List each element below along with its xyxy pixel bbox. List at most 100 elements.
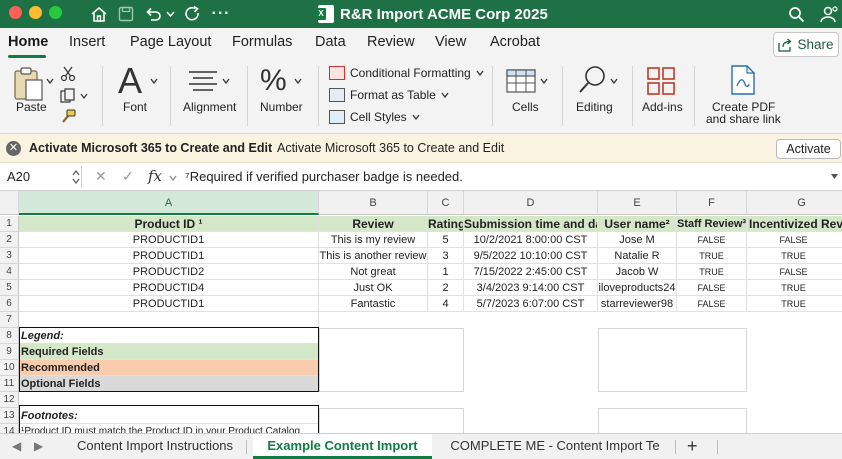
table-cell[interactable]: FALSE xyxy=(677,232,747,248)
row-header[interactable]: 2 xyxy=(0,232,19,248)
row-header[interactable]: 12 xyxy=(0,392,19,408)
tab-data[interactable]: Data xyxy=(315,34,346,50)
table-cell[interactable]: FALSE xyxy=(677,280,747,296)
undo-icon[interactable] xyxy=(142,3,164,25)
conditional-formatting-button[interactable]: Conditional Formatting xyxy=(329,64,484,82)
activate-button[interactable]: Activate xyxy=(776,139,841,159)
empty-cell[interactable] xyxy=(598,408,747,433)
share-button[interactable]: Share xyxy=(773,32,839,57)
footnote-line[interactable]: ¹Product ID must match the Product ID in… xyxy=(19,424,319,433)
confirm-edit-icon[interactable]: ✓ xyxy=(122,168,134,185)
select-all-corner[interactable] xyxy=(0,191,19,215)
column-header-a[interactable]: A xyxy=(19,191,319,215)
sheet-tab-complete-me[interactable]: COMPLETE ME - Content Import Te xyxy=(440,434,670,459)
table-cell[interactable]: 1 xyxy=(428,264,464,280)
table-cell[interactable]: PRODUCTID1 xyxy=(19,296,319,312)
table-cell[interactable]: Not great xyxy=(319,264,428,280)
table-cell[interactable]: PRODUCTID4 xyxy=(19,280,319,296)
table-cell[interactable]: 9/5/2022 10:10:00 CST xyxy=(464,248,598,264)
create-pdf-button[interactable]: Create PDF and share link xyxy=(702,58,782,134)
more-icon[interactable]: ··· xyxy=(210,3,232,25)
column-header-c[interactable]: C xyxy=(428,191,464,215)
empty-cell[interactable] xyxy=(319,328,464,392)
formula-content[interactable]: ⁷Required if verified purchaser badge is… xyxy=(185,169,463,184)
table-header-cell[interactable]: Product ID ¹ xyxy=(19,216,319,232)
cut-icon[interactable] xyxy=(60,66,76,82)
column-header-g[interactable]: G xyxy=(747,191,842,215)
table-cell[interactable]: Fantastic xyxy=(319,296,428,312)
font-button[interactable]: A Font xyxy=(112,58,160,134)
row-header[interactable]: 13 xyxy=(0,408,19,424)
number-button[interactable]: % Number xyxy=(256,58,308,134)
tab-view[interactable]: View xyxy=(435,34,466,50)
table-cell[interactable]: Natalie R xyxy=(598,248,677,264)
table-cell[interactable]: This is my review xyxy=(319,232,428,248)
minimize-window-button[interactable] xyxy=(29,6,42,19)
account-icon[interactable] xyxy=(818,3,840,25)
home-icon[interactable] xyxy=(88,3,110,25)
format-painter-icon[interactable] xyxy=(60,108,76,124)
save-icon[interactable] xyxy=(116,3,136,25)
row-header[interactable]: 3 xyxy=(0,248,19,264)
close-window-button[interactable] xyxy=(9,6,22,19)
empty-cell[interactable] xyxy=(19,312,319,328)
table-header-cell[interactable]: Submission time and date xyxy=(464,216,598,232)
table-cell[interactable]: TRUE xyxy=(747,296,842,312)
maximize-window-button[interactable] xyxy=(49,6,62,19)
table-cell[interactable]: 5/7/2023 6:07:00 CST xyxy=(464,296,598,312)
row-header[interactable]: 5 xyxy=(0,280,19,296)
table-cell[interactable]: 7/15/2022 2:45:00 CST xyxy=(464,264,598,280)
column-header-f[interactable]: F xyxy=(677,191,747,215)
add-sheet-icon[interactable]: + xyxy=(687,436,698,457)
table-cell[interactable]: 10/2/2021 8:00:00 CST xyxy=(464,232,598,248)
tab-home[interactable]: Home xyxy=(8,34,48,50)
table-cell[interactable]: Jose M xyxy=(598,232,677,248)
dismiss-icon[interactable]: ✕ xyxy=(6,141,21,156)
row-header[interactable]: 1 xyxy=(0,216,19,232)
row-header[interactable]: 7 xyxy=(0,312,19,328)
legend-optional[interactable]: Optional Fields xyxy=(19,376,319,392)
sheet-tab-instructions[interactable]: Content Import Instructions xyxy=(70,434,240,459)
tab-page-layout[interactable]: Page Layout xyxy=(130,34,211,50)
editing-button[interactable]: Editing xyxy=(572,58,624,134)
undo-dropdown-chevron-icon[interactable] xyxy=(164,3,176,25)
table-cell[interactable]: Just OK xyxy=(319,280,428,296)
sheet-tab-example[interactable]: Example Content Import xyxy=(253,434,432,459)
previous-sheet-icon[interactable]: ◀ xyxy=(12,439,21,453)
row-header[interactable]: 6 xyxy=(0,296,19,312)
table-header-cell[interactable]: Rating xyxy=(428,216,464,232)
table-cell[interactable]: 2 xyxy=(428,280,464,296)
table-cell[interactable]: TRUE xyxy=(747,248,842,264)
search-icon[interactable] xyxy=(786,3,806,25)
table-cell[interactable]: PRODUCTID1 xyxy=(19,248,319,264)
addins-button[interactable]: Add-ins xyxy=(640,58,686,134)
table-cell[interactable]: Jacob W xyxy=(598,264,677,280)
table-header-cell[interactable]: User name² xyxy=(598,216,677,232)
table-cell[interactable]: This is another review xyxy=(319,248,428,264)
tab-acrobat[interactable]: Acrobat xyxy=(490,34,540,50)
alignment-button[interactable]: Alignment xyxy=(180,58,238,134)
redo-icon[interactable] xyxy=(182,3,204,25)
table-cell[interactable]: 4 xyxy=(428,296,464,312)
insert-function-icon[interactable]: fx xyxy=(148,167,162,185)
tab-review[interactable]: Review xyxy=(367,34,415,50)
table-cell[interactable]: TRUE xyxy=(677,248,747,264)
name-box[interactable]: A20 xyxy=(0,166,82,188)
function-dropdown-icon[interactable] xyxy=(169,175,177,181)
paste-button[interactable]: Paste xyxy=(8,58,56,134)
table-cell[interactable]: FALSE xyxy=(747,232,842,248)
table-cell[interactable]: FALSE xyxy=(747,264,842,280)
table-cell[interactable]: 3 xyxy=(428,248,464,264)
table-cell[interactable]: TRUE xyxy=(677,264,747,280)
table-header-cell[interactable]: Review xyxy=(319,216,428,232)
table-cell[interactable]: 3/4/2023 9:14:00 CST xyxy=(464,280,598,296)
column-header-d[interactable]: D xyxy=(464,191,598,215)
table-header-cell[interactable]: Incentivized Review xyxy=(747,216,842,232)
empty-cell[interactable] xyxy=(319,408,464,433)
empty-cell[interactable] xyxy=(598,328,747,392)
cells-button[interactable]: Cells xyxy=(502,58,552,134)
table-cell[interactable]: 5 xyxy=(428,232,464,248)
legend-required[interactable]: Required Fields xyxy=(19,344,319,360)
row-header[interactable]: 14 xyxy=(0,424,19,433)
footnotes-title[interactable]: Footnotes: xyxy=(19,408,319,424)
